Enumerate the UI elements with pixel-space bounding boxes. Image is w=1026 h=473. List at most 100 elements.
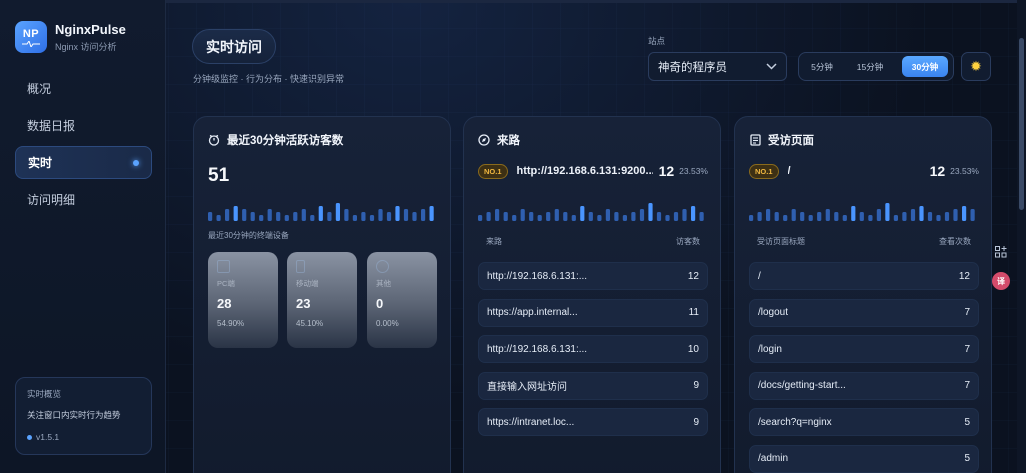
- translate-icon[interactable]: 译: [992, 272, 1010, 290]
- row-value: 7: [964, 380, 970, 391]
- row-name: /admin: [758, 453, 789, 464]
- page-subtitle: 分钟级监控 · 行为分布 · 快速识别异常: [193, 74, 344, 84]
- range-15min-button[interactable]: 15分钟: [842, 56, 898, 77]
- apps-grid-icon[interactable]: [994, 246, 1008, 260]
- table-row[interactable]: /login 7: [749, 335, 979, 363]
- row-name: http://192.168.6.131:...: [487, 270, 588, 282]
- activity-bar: [682, 209, 687, 221]
- activity-bar: [580, 206, 585, 221]
- row-value: 12: [687, 270, 699, 282]
- device-tile-mobile[interactable]: 移动端 23 45.10%: [287, 252, 357, 348]
- row-name: /login: [758, 343, 782, 355]
- rank-badge: NO.1: [478, 163, 508, 179]
- activity-bar: [639, 209, 645, 221]
- monitor-icon: [217, 260, 230, 273]
- table-row[interactable]: https://app.internal... 11: [478, 298, 708, 327]
- device-percent: 45.10%: [296, 319, 324, 328]
- card-title: 来路: [497, 135, 520, 147]
- theme-toggle-button[interactable]: ✹: [961, 52, 991, 81]
- activity-bar: [369, 215, 375, 221]
- activity-bar: [327, 212, 332, 221]
- compass-icon: [478, 134, 490, 146]
- activity-bar: [225, 209, 230, 221]
- activity-bar: [486, 212, 491, 221]
- sidebar-item-label: 访问明细: [27, 193, 76, 207]
- activity-bar: [344, 209, 349, 221]
- activity-bar: [749, 215, 754, 221]
- activity-bar: [537, 215, 542, 221]
- table-row[interactable]: http://192.168.6.131:... 12: [478, 262, 708, 290]
- activity-bar: [919, 206, 924, 221]
- table-row[interactable]: https://intranet.loc... 9: [478, 408, 708, 436]
- table-row[interactable]: http://192.168.6.131:... 10: [478, 335, 708, 363]
- activity-bar: [962, 206, 967, 221]
- row-name: /docs/getting-start...: [758, 380, 846, 391]
- activity-bar: [885, 203, 890, 221]
- device-name: 其他: [376, 279, 391, 288]
- device-tile-other[interactable]: 其他 0 0.00%: [367, 252, 437, 348]
- table-row[interactable]: /docs/getting-start... 7: [749, 371, 979, 400]
- activity-bar: [825, 209, 830, 221]
- activity-bar: [267, 209, 272, 221]
- card-title: 受访页面: [768, 135, 814, 147]
- activity-bar: [495, 209, 500, 221]
- activity-bar: [503, 212, 508, 221]
- status-dot-icon: [27, 434, 32, 440]
- activity-bar: [293, 212, 298, 221]
- table-row[interactable]: /logout 7: [749, 298, 979, 327]
- activity-bar: [588, 212, 593, 221]
- device-tile-pc[interactable]: PC端 28 54.90%: [208, 252, 278, 348]
- site-select[interactable]: 神奇的程序员: [648, 52, 787, 81]
- range-30min-button[interactable]: 30分钟: [902, 56, 948, 77]
- device-count: 0: [376, 296, 384, 311]
- activity-bar: [378, 209, 383, 221]
- activity-bar: [412, 212, 417, 221]
- activity-bar: [563, 212, 568, 221]
- activity-bar: [622, 215, 627, 221]
- top-referrer-count: 12: [658, 163, 675, 179]
- activity-bar: [648, 203, 653, 221]
- activity-bar: [783, 215, 788, 221]
- pages-sparkline: [749, 203, 975, 221]
- activity-bar: [571, 215, 576, 221]
- activity-bar: [512, 215, 517, 221]
- activity-bar: [656, 212, 662, 221]
- device-percent: 0.00%: [376, 319, 399, 328]
- brand[interactable]: NP NginxPulse Nginx 访问分析: [15, 21, 126, 53]
- activity-bar: [910, 209, 916, 221]
- top-referrer[interactable]: NO.1 http://192.168.6.131:9200... 12 23.…: [478, 162, 708, 180]
- pages-list: / 12 /logout 7 /login 7 /docs/getting-start…: [749, 262, 979, 473]
- table-row[interactable]: / 12: [749, 262, 979, 290]
- visited-pages-card: 受访页面 NO.1 / 12 23.53% 受访页面标题 查看次数 / 12 /l…: [734, 116, 992, 473]
- chevron-down-icon: [766, 63, 777, 70]
- device-name: PC端: [217, 279, 235, 288]
- pulse-clock-icon: [208, 134, 220, 146]
- column-header-source: 来路: [486, 237, 502, 246]
- card-header: 受访页面: [749, 132, 814, 148]
- activity-bar: [216, 215, 221, 221]
- document-icon: [749, 134, 761, 146]
- row-name: /logout: [758, 307, 789, 318]
- sidebar-item-daily-report[interactable]: 数据日报: [15, 109, 152, 142]
- card-header: 最近30分钟活跃访客数: [208, 132, 343, 148]
- referrer-sparkline: [478, 203, 704, 221]
- activity-bar: [301, 209, 306, 221]
- activity-bar: [276, 212, 281, 221]
- table-row[interactable]: /search?q=nginx 5: [749, 408, 979, 436]
- activity-bar: [691, 206, 696, 221]
- table-header: 受访页面标题 查看次数: [757, 236, 971, 247]
- sidebar-item-access-details[interactable]: 访问明细: [15, 183, 152, 216]
- sidebar-item-overview[interactable]: 概况: [15, 72, 152, 105]
- sidebar-item-realtime[interactable]: 实时: [15, 146, 152, 179]
- row-value: 5: [964, 416, 970, 428]
- logo-text: NP: [22, 27, 40, 40]
- activity-bar: [529, 212, 534, 221]
- overview-card-description: 关注窗口内实时行为趋势: [27, 410, 121, 420]
- table-row[interactable]: 直接输入网址访问 9: [478, 371, 708, 400]
- page-scrollbar[interactable]: [1017, 0, 1026, 473]
- range-5min-button[interactable]: 5分钟: [802, 56, 842, 77]
- table-row[interactable]: /admin 5: [749, 444, 979, 473]
- top-page[interactable]: NO.1 / 12 23.53%: [749, 162, 979, 180]
- scrollbar-thumb[interactable]: [1019, 38, 1024, 210]
- column-header-views: 查看次数: [939, 237, 971, 246]
